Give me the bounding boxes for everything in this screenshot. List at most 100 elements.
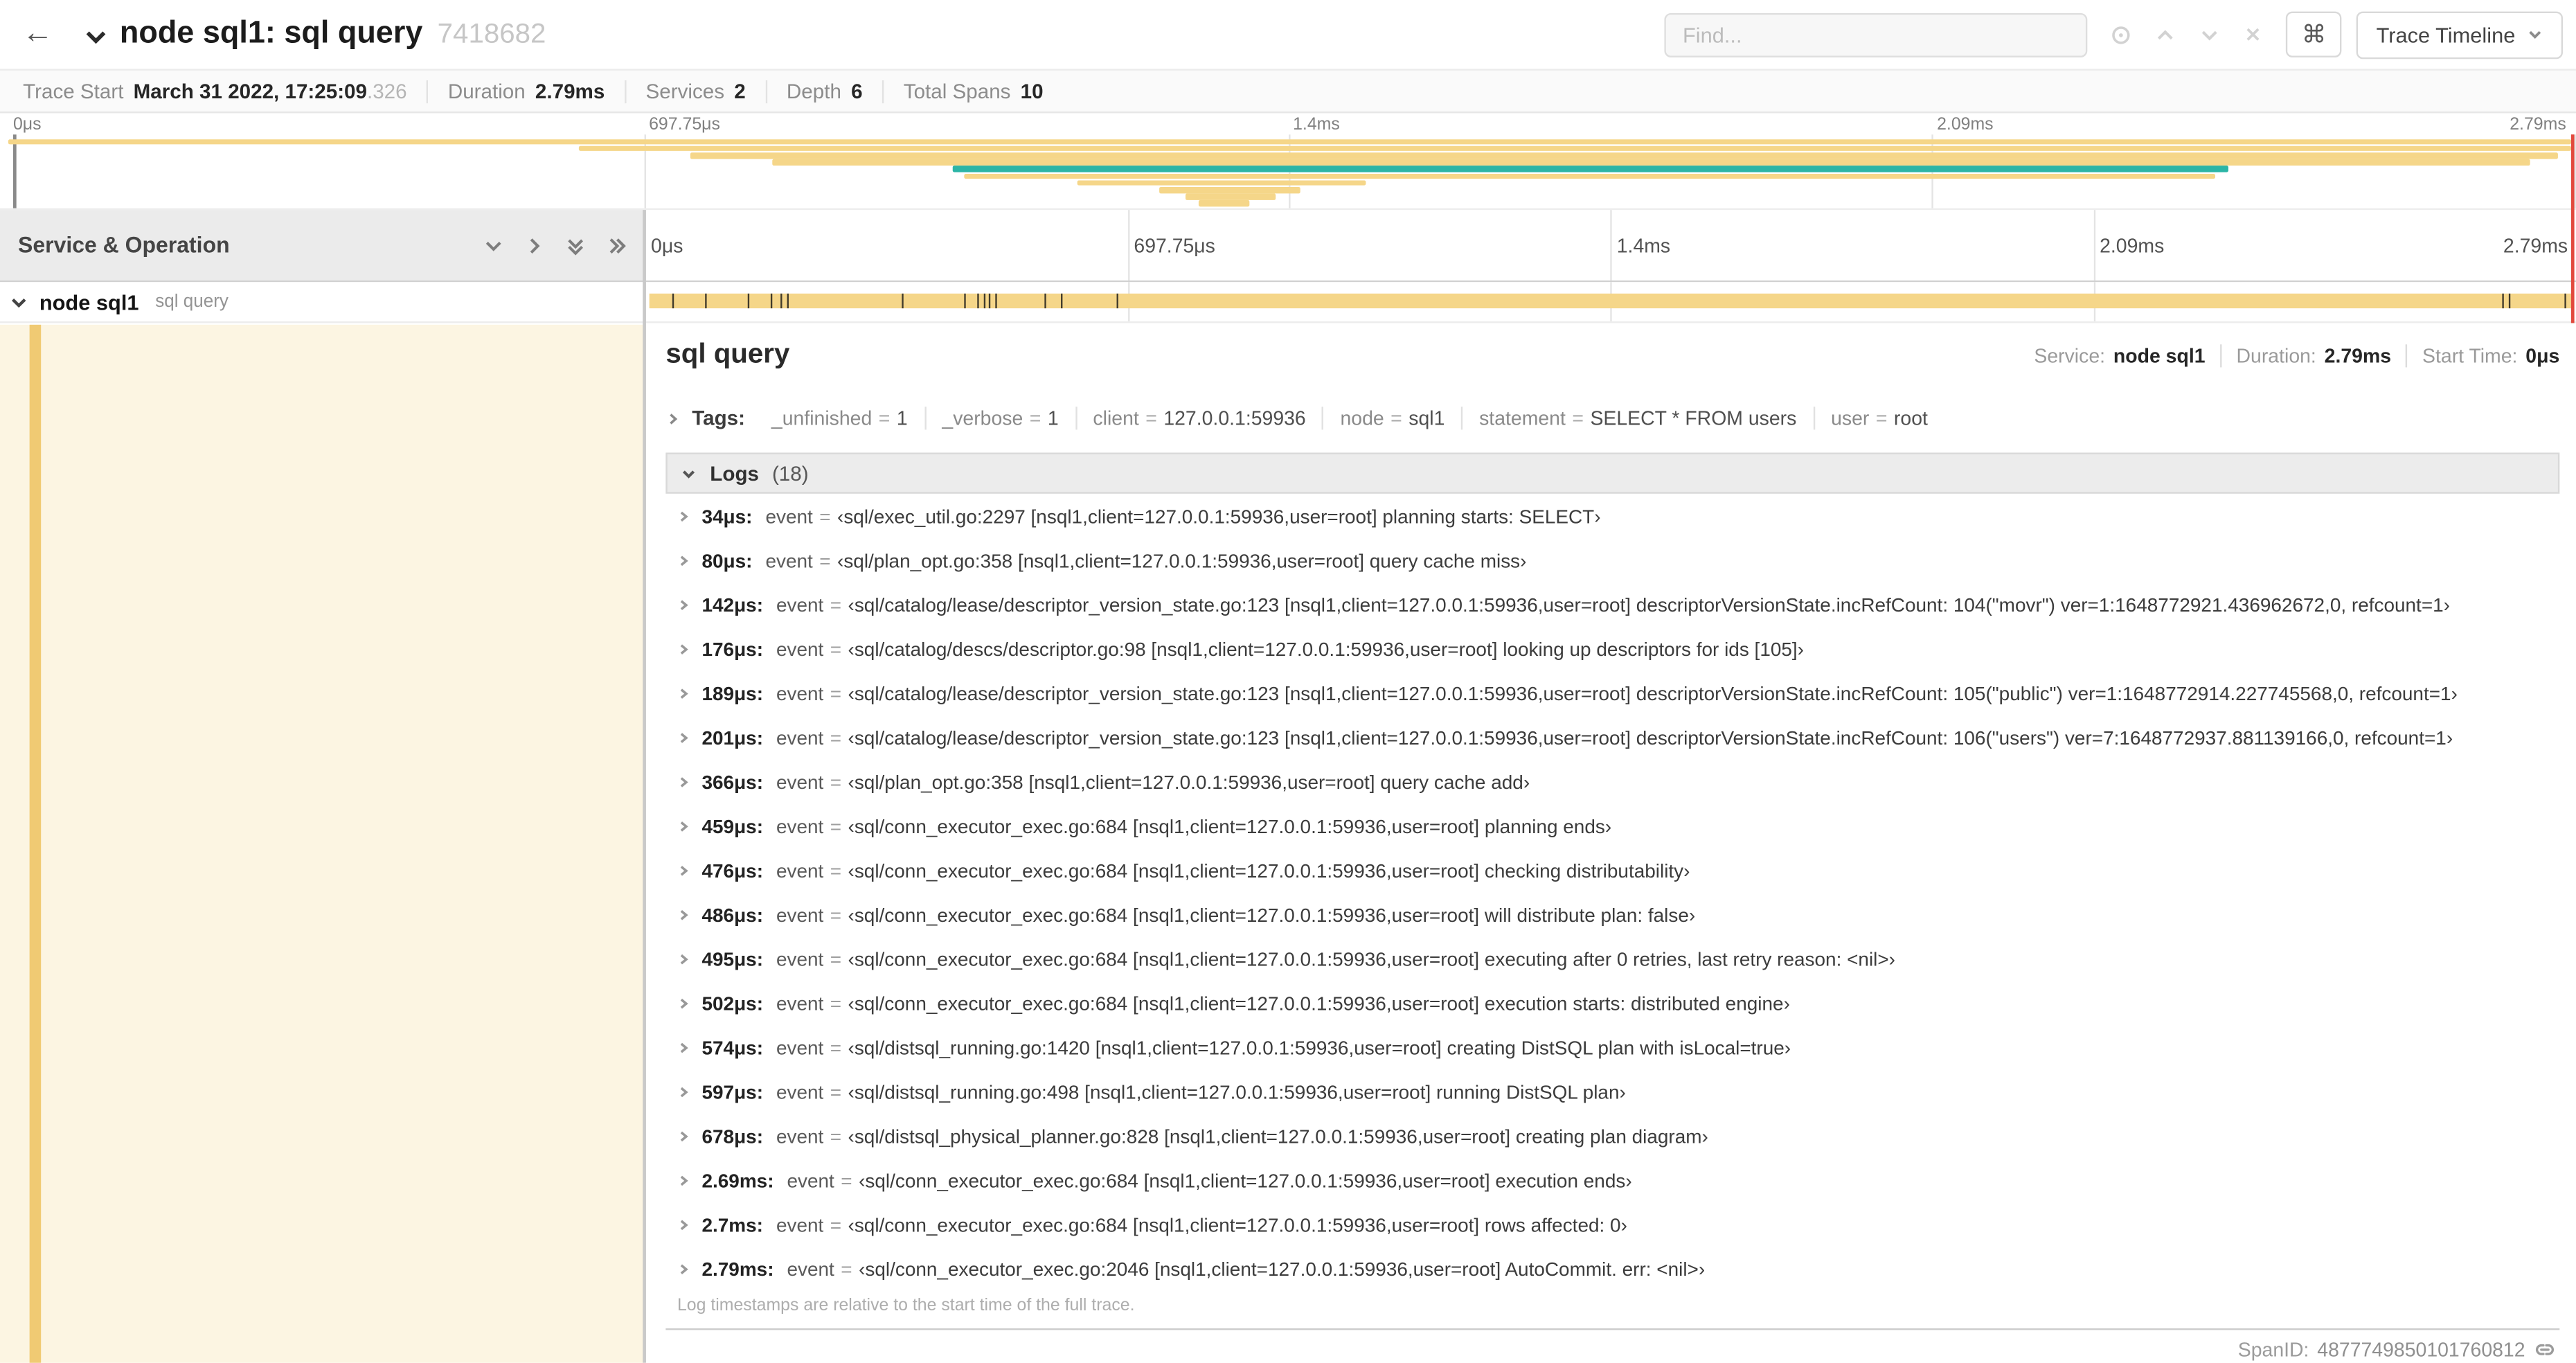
minimap-left-scrubber[interactable] (12, 134, 17, 208)
tag-equals: = (1029, 407, 1041, 430)
log-row[interactable]: 142μs: event = ‹sql/catalog/lease/descript… (665, 582, 2559, 627)
log-field-value: ‹sql/plan_opt.go:358 [nsql1,client=127.0… (837, 549, 1527, 572)
span-detail-footer: SpanID: 4877749850101760812 (665, 1328, 2560, 1363)
log-field-value: ‹sql/conn_executor_exec.go:684 [nsql1,cl… (859, 1168, 1632, 1192)
log-row[interactable]: 476μs: event = ‹sql/conn_executor_exec.go:… (665, 848, 2559, 892)
log-row[interactable]: 574μs: event = ‹sql/distsql_running.go:142… (665, 1025, 2559, 1069)
tag-value: SELECT * FROM users (1590, 407, 1797, 430)
minimap-span (690, 152, 2558, 159)
trace-minimap[interactable]: 0μs 697.75μs 1.4ms 2.09ms 2.79ms (0, 114, 2576, 211)
log-field-name: event (776, 1124, 824, 1148)
minimap-span (1159, 186, 1301, 193)
minimap-span (1185, 193, 1276, 200)
log-field-name: event (765, 504, 813, 528)
log-message: event = ‹sql/conn_executor_exec.go:684 [ns… (787, 1168, 1631, 1191)
summary-item: Total Spans 10 (882, 79, 1063, 103)
log-marker (964, 293, 967, 309)
chevron-right-icon (680, 997, 688, 1008)
log-message: event = ‹sql/catalog/lease/descriptor_vers… (776, 726, 2453, 749)
log-message: event = ‹sql/conn_executor_exec.go:684 [ns… (776, 903, 1695, 926)
tag: node = sql1 (1322, 407, 1461, 430)
locate-icon[interactable] (2111, 24, 2132, 45)
log-row[interactable]: 80μs: event = ‹sql/plan_opt.go:358 [nsql1,… (665, 538, 2559, 582)
log-row[interactable]: 459μs: event = ‹sql/conn_executor_exec.go:… (665, 803, 2559, 848)
next-result-icon[interactable] (2199, 24, 2221, 45)
expand-all-icon[interactable] (566, 235, 585, 255)
meta-value: node sql1 (2113, 344, 2206, 368)
log-field-value: ‹sql/conn_executor_exec.go:684 [nsql1,cl… (848, 858, 1690, 882)
log-equals: = (830, 592, 842, 616)
log-field-value: ‹sql/catalog/lease/descriptor_version_st… (848, 592, 2450, 616)
tick-label: 2.09ms (1937, 114, 1994, 135)
collapse-all-icon[interactable] (607, 235, 626, 255)
tag-value: 1 (1047, 407, 1059, 430)
trace-summary-bar: Trace Start March 31 2022, 17:25:09.326 … (0, 69, 2576, 114)
trace-collapse-icon[interactable] (84, 24, 109, 48)
log-row[interactable]: 2.7ms: event = ‹sql/conn_executor_exec.go:… (665, 1202, 2559, 1247)
log-field-name: event (776, 947, 824, 970)
log-field-value: ‹sql/catalog/descs/descriptor.go:98 [nsq… (848, 636, 1804, 661)
log-marker (705, 293, 707, 309)
log-field-value: ‹sql/plan_opt.go:358 [nsql1,client=127.0… (848, 769, 1530, 793)
log-row[interactable]: 34μs: event = ‹sql/exec_util.go:2297 [nsql… (665, 494, 2559, 538)
expand-one-icon[interactable] (484, 235, 503, 255)
log-equals: = (830, 1035, 842, 1059)
log-equals: = (841, 1168, 852, 1192)
view-selector-label: Trace Timeline (2376, 21, 2516, 47)
tag-equals: = (878, 407, 891, 430)
span-collapse-icon[interactable] (10, 293, 28, 311)
log-field-name: event (787, 1168, 834, 1192)
log-marker (2565, 293, 2567, 309)
chevron-right-icon (680, 599, 688, 609)
collapse-one-icon[interactable] (525, 235, 544, 255)
summary-label: Depth (786, 79, 841, 103)
view-selector-button[interactable]: Trace Timeline (2356, 10, 2564, 59)
log-row[interactable]: 201μs: event = ‹sql/catalog/lease/descript… (665, 715, 2559, 759)
log-marker (995, 293, 997, 309)
column-resizer[interactable] (643, 210, 645, 1363)
log-row[interactable]: 189μs: event = ‹sql/catalog/lease/descript… (665, 670, 2559, 715)
span-detail-meta: Service: node sql1 Duration: 2.79ms Start … (2019, 344, 2559, 368)
log-row[interactable]: 495μs: event = ‹sql/conn_executor_exec.go:… (665, 936, 2559, 981)
tick-label: 2.79ms (2503, 233, 2568, 257)
summary-value: 6 (851, 79, 863, 103)
log-field-name: event (776, 858, 824, 882)
log-field-name: event (776, 1035, 824, 1059)
log-equals: = (830, 1080, 842, 1103)
log-equals: = (830, 1124, 842, 1148)
log-row[interactable]: 597μs: event = ‹sql/distsql_running.go:498… (665, 1069, 2559, 1114)
log-field-value: ‹sql/exec_util.go:2297 [nsql1,client=127… (837, 504, 1601, 528)
span-id-label: SpanID: (2237, 1337, 2309, 1361)
log-marker (747, 293, 749, 309)
log-row[interactable]: 486μs: event = ‹sql/conn_executor_exec.go:… (665, 892, 2559, 936)
tags-toggle[interactable]: Tags: (665, 407, 745, 429)
span-name-cell[interactable]: node sql1 sql query (0, 282, 645, 321)
summary-value: 10 (1020, 79, 1044, 103)
logs-accordion-header[interactable]: Logs (18) (665, 452, 2560, 494)
find-input[interactable] (1664, 12, 2088, 57)
log-timestamp: 176μs: (701, 636, 763, 661)
back-button[interactable]: ← (13, 10, 62, 59)
tag-key: client (1093, 407, 1139, 430)
log-row[interactable]: 678μs: event = ‹sql/distsql_physical_plann… (665, 1114, 2559, 1158)
prev-result-icon[interactable] (2155, 24, 2176, 45)
chevron-right-icon (680, 510, 688, 521)
log-marker (1116, 293, 1118, 309)
log-row[interactable]: 2.69ms: event = ‹sql/conn_executor_exec.go… (665, 1158, 2559, 1202)
log-row[interactable]: 2.79ms: event = ‹sql/conn_executor_exec.go… (665, 1247, 2559, 1291)
summary-label: Services (645, 79, 725, 103)
span-detail-title: sql query (665, 337, 790, 369)
tag-key: _unfinished (771, 407, 873, 430)
minimap-right-scrubber[interactable] (2570, 134, 2575, 323)
meta-label: Duration: (2236, 344, 2316, 368)
log-equals: = (830, 769, 842, 793)
log-row[interactable]: 366μs: event = ‹sql/plan_opt.go:358 [nsql1… (665, 759, 2559, 803)
link-icon[interactable] (2533, 1337, 2556, 1360)
minimap-graph[interactable] (0, 134, 2576, 211)
log-row[interactable]: 176μs: event = ‹sql/catalog/descs/descript… (665, 627, 2559, 671)
span-bar[interactable] (649, 293, 2571, 309)
log-row[interactable]: 502μs: event = ‹sql/conn_executor_exec.go:… (665, 981, 2559, 1025)
chevron-right-icon (680, 909, 688, 920)
keyboard-shortcuts-button[interactable]: ⌘ (2286, 11, 2342, 57)
clear-search-icon[interactable] (2244, 25, 2263, 44)
